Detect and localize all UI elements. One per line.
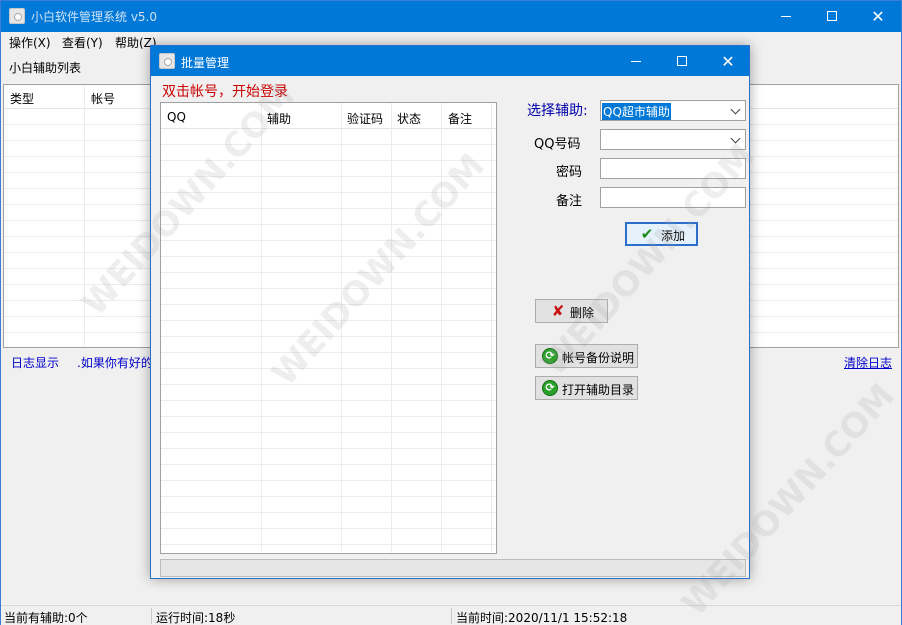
dialog-title: 批量管理 (181, 56, 230, 70)
password-label: 密码 (556, 165, 583, 180)
qq-number-label: QQ号码 (534, 137, 581, 152)
column-header-note[interactable]: 备注 (448, 110, 472, 127)
log-label: 日志显示 (11, 356, 60, 370)
delete-button[interactable]: ✘ 删除 (535, 299, 608, 323)
clear-log-link[interactable]: 清除日志 (844, 354, 892, 371)
close-icon: ✕ (721, 52, 735, 71)
column-divider (261, 103, 262, 553)
note-label: 备注 (556, 194, 583, 209)
status-current-time: 当前时间:2020/11/1 15:52:18 (456, 611, 628, 625)
account-list-header: QQ 辅助 验证码 状态 备注 (161, 103, 496, 129)
password-input[interactable] (600, 158, 746, 179)
column-divider (391, 103, 392, 553)
status-run-time: 运行时间:18秒 (156, 611, 236, 625)
note-input[interactable] (600, 187, 746, 208)
status-separator (151, 608, 152, 624)
refresh-icon: ⟳ (542, 348, 558, 364)
refresh-icon: ⟳ (542, 380, 558, 396)
minimize-icon (781, 15, 791, 17)
delete-button-label: 删除 (570, 306, 595, 320)
status-bar: 当前有辅助:0个 运行时间:18秒 当前时间:2020/11/1 15:52:1… (1, 605, 901, 625)
app-icon (9, 8, 25, 24)
column-divider (341, 103, 342, 553)
close-icon: ✕ (871, 7, 885, 26)
column-divider (84, 85, 85, 347)
chevron-down-icon[interactable] (731, 134, 741, 144)
open-assist-dir-button-label: 打开辅助目录 (562, 383, 635, 397)
progress-bar (160, 559, 746, 577)
menu-operate[interactable]: 操作(X) (9, 34, 51, 51)
qq-number-select[interactable] (600, 129, 746, 150)
column-header-type[interactable]: 类型 (10, 90, 34, 107)
open-assist-dir-button[interactable]: ⟳ 打开辅助目录 (535, 376, 638, 400)
menu-view[interactable]: 查看(Y) (62, 34, 103, 51)
status-assist-count: 当前有辅助:0个 (4, 611, 88, 625)
column-divider (441, 103, 442, 553)
column-divider (491, 103, 492, 553)
minimize-icon (631, 60, 641, 62)
main-window-title: 小白软件管理系统 v5.0 (31, 10, 158, 24)
backup-help-button[interactable]: ⟳ 帐号备份说明 (535, 344, 638, 368)
column-header-qq[interactable]: QQ (167, 110, 186, 124)
assist-select-value: QQ超市辅助 (602, 103, 671, 120)
x-icon: ✘ (551, 302, 565, 320)
backup-help-button-label: 帐号备份说明 (562, 351, 635, 365)
assist-select[interactable]: QQ超市辅助 (600, 100, 746, 121)
check-icon: ✔ (640, 225, 654, 243)
batch-manage-dialog: 批量管理 ✕ 双击帐号，开始登录 QQ 辅助 验证码 状态 备注 选择辅助: Q… (150, 45, 750, 579)
column-header-account[interactable]: 帐号 (91, 90, 115, 107)
maximize-icon (677, 56, 687, 66)
maximize-icon (827, 11, 837, 21)
account-list[interactable]: QQ 辅助 验证码 状态 备注 (160, 102, 497, 554)
dialog-minimize-button[interactable] (613, 46, 659, 76)
maximize-button[interactable] (809, 1, 855, 32)
dialog-title-bar[interactable]: 批量管理 ✕ (151, 46, 749, 76)
column-header-assist[interactable]: 辅助 (267, 110, 291, 127)
chevron-down-icon[interactable] (731, 105, 741, 115)
dialog-hint: 双击帐号，开始登录 (162, 84, 288, 100)
minimize-button[interactable] (763, 1, 809, 32)
status-separator (451, 608, 452, 624)
dialog-maximize-button[interactable] (659, 46, 705, 76)
dialog-app-icon (159, 53, 175, 69)
main-title-bar[interactable]: 小白软件管理系统 v5.0 ✕ (1, 1, 901, 32)
log-notice: .如果你有好的 (77, 356, 153, 370)
column-header-captcha[interactable]: 验证码 (347, 110, 383, 127)
dialog-close-button[interactable]: ✕ (705, 46, 751, 76)
assist-list-label: 小白辅助列表 (9, 61, 82, 75)
close-button[interactable]: ✕ (855, 1, 901, 32)
account-list-rows (161, 129, 496, 553)
column-header-status[interactable]: 状态 (397, 110, 421, 127)
add-button[interactable]: ✔ 添加 (625, 222, 698, 246)
select-assist-label: 选择辅助: (527, 103, 588, 119)
add-button-label: 添加 (661, 229, 686, 243)
